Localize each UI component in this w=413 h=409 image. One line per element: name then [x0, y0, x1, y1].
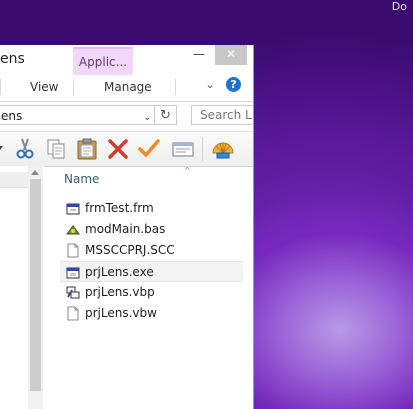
contextual-tab-application-tools[interactable]: Applic... [73, 47, 133, 75]
cut-icon[interactable] [13, 137, 37, 161]
copy-icon[interactable] [44, 137, 68, 161]
shell-icon[interactable] [211, 137, 235, 161]
list-item[interactable]: MSSCCPRJ.SCC [60, 240, 243, 261]
address-row: ens ⌄ ↻ Search L [0, 105, 253, 127]
delete-icon[interactable] [106, 137, 130, 161]
scrollbar-thumb[interactable] [30, 179, 41, 391]
file-explorer-window: ens Applic... — ✕ View Manage ⌄ ? ens ⌄ … [0, 45, 254, 409]
ribbon-separator [0, 79, 1, 95]
checkmark-icon[interactable] [137, 137, 161, 161]
tab-view[interactable]: View [30, 80, 58, 94]
sort-ascending-icon: ^ [184, 166, 191, 175]
paste-icon[interactable] [75, 137, 99, 161]
list-item[interactable]: prjLens.vbw [60, 303, 243, 324]
help-icon[interactable]: ? [226, 77, 241, 92]
file-name: prjLens.vbw [85, 306, 157, 320]
file-name: frmTest.frm [85, 201, 154, 215]
exe-icon [66, 267, 80, 279]
address-path: ens [1, 109, 23, 123]
title-bar[interactable]: ens Applic... — ✕ [0, 45, 253, 75]
address-dropdown-icon[interactable]: ⌄ [143, 108, 151, 128]
address-bar[interactable]: ens ⌄ [0, 105, 155, 125]
vb-module-icon [66, 225, 80, 235]
toolbar-separator [202, 137, 203, 161]
list-item[interactable]: prjLens.vbp [60, 282, 243, 303]
list-item-selected[interactable]: prjLens.exe [60, 261, 243, 282]
file-name: prjLens.exe [85, 265, 154, 279]
blank-file-icon [67, 306, 79, 321]
vb-form-icon [66, 203, 80, 215]
file-list: frmTest.frm modMain.bas MSSCCPRJ.SCC prj… [60, 198, 253, 324]
scroll-up-icon[interactable] [31, 170, 39, 175]
ribbon-separator [73, 79, 74, 95]
list-item[interactable]: modMain.bas [60, 219, 243, 240]
expand-ribbon-icon[interactable]: ⌄ [205, 77, 215, 91]
minimize-button[interactable]: — [185, 45, 213, 65]
file-name: modMain.bas [85, 222, 166, 236]
properties-icon[interactable] [171, 137, 195, 161]
refresh-button[interactable]: ↻ [155, 105, 177, 125]
navigation-pane-header [0, 172, 28, 188]
column-header-name[interactable]: Name [64, 172, 99, 186]
close-button[interactable]: ✕ [215, 45, 247, 65]
command-toolbar [0, 131, 253, 167]
ribbon-separator [175, 79, 176, 95]
list-item[interactable]: frmTest.frm [60, 198, 243, 219]
file-name: prjLens.vbp [85, 285, 155, 299]
vb-project-icon [66, 286, 80, 299]
search-input[interactable]: Search L [191, 105, 253, 125]
window-title: ens [0, 51, 25, 67]
tab-manage[interactable]: Manage [104, 80, 152, 94]
ribbon-tab-strip: View Manage ⌄ ? [0, 75, 253, 102]
navigation-pane [0, 166, 44, 409]
desktop-corner-text: Do [391, 0, 407, 13]
file-name: MSSCCPRJ.SCC [85, 243, 175, 257]
blank-file-icon [67, 243, 79, 258]
